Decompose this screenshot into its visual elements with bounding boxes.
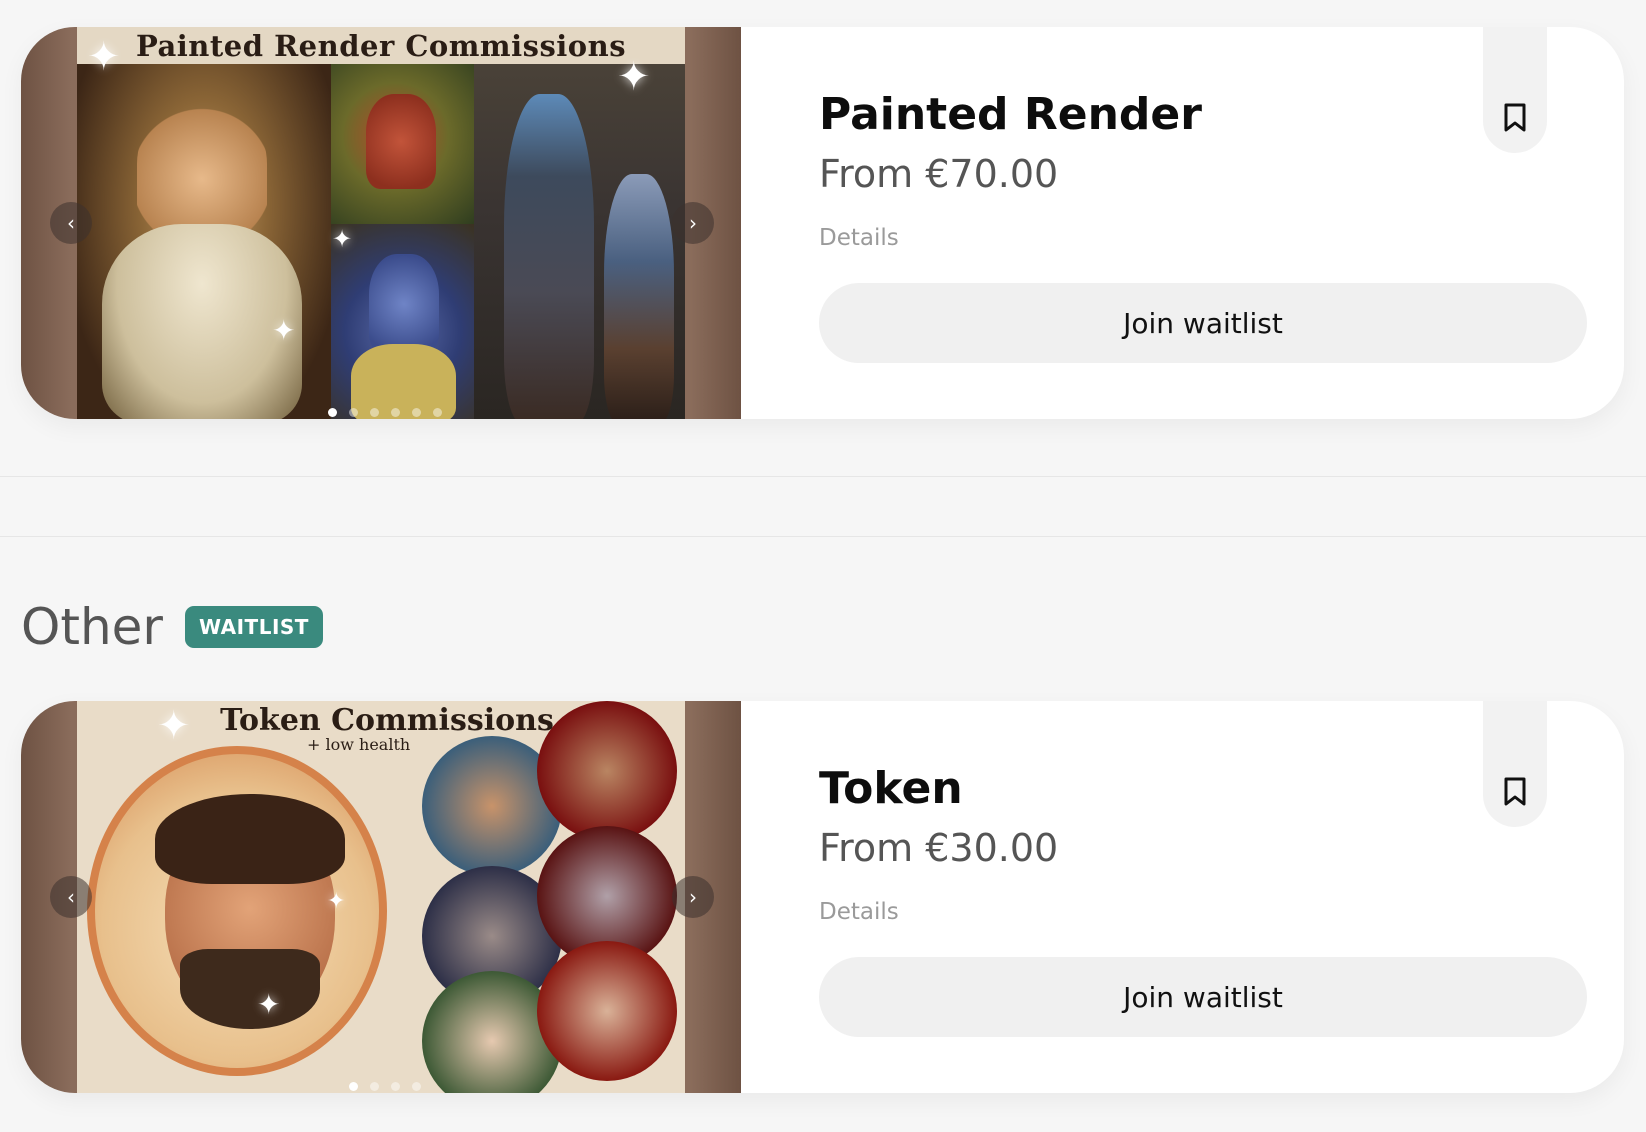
listing-info: Painted Render From €70.00 Details Join …	[741, 27, 1624, 419]
sparkle-icon: ✦	[332, 225, 353, 253]
image-subtitle-text: + low health	[307, 735, 411, 754]
section-divider	[0, 536, 1646, 537]
listing-card-token: Token Commissions + low health ✦ ✦ ✦ ‹ ›…	[21, 701, 1624, 1093]
bookmark-button[interactable]	[1483, 701, 1547, 827]
sparkle-icon: ✦	[327, 889, 346, 914]
listing-title: Painted Render	[819, 89, 1202, 140]
carousel-next-button[interactable]: ›	[672, 876, 714, 918]
status-badge: WAITLIST	[184, 606, 323, 648]
image-banner-text: Token Commissions	[220, 703, 554, 738]
carousel-dot[interactable]	[412, 408, 421, 417]
carousel-next-button[interactable]: ›	[672, 202, 714, 244]
section-header: Other WAITLIST	[21, 598, 323, 656]
bookmark-button[interactable]	[1483, 27, 1547, 153]
chevron-right-icon: ›	[689, 885, 697, 909]
listing-info: Token From €30.00 Details Join waitlist	[741, 701, 1624, 1093]
carousel-image: Painted Render Commissions ✦ ✦ ✦ ✦	[77, 27, 685, 419]
section-divider	[0, 476, 1646, 477]
bookmark-icon	[1504, 103, 1526, 132]
join-waitlist-button[interactable]: Join waitlist	[819, 957, 1587, 1037]
token-art: Token Commissions + low health	[77, 701, 685, 1093]
carousel-prev-button[interactable]: ‹	[50, 202, 92, 244]
sparkle-icon: ✦	[157, 703, 191, 749]
sparkle-icon: ✦	[617, 54, 651, 100]
carousel-dot[interactable]	[349, 1082, 358, 1091]
carousel-dot[interactable]	[391, 408, 400, 417]
image-carousel: Painted Render Commissions ✦ ✦ ✦ ✦ ‹ ›	[21, 27, 741, 419]
art-panel-duo	[474, 64, 685, 419]
art-panel-woman	[77, 64, 331, 419]
listing-title: Token	[819, 763, 963, 814]
carousel-prev-button[interactable]: ‹	[50, 876, 92, 918]
carousel-dot[interactable]	[370, 1082, 379, 1091]
carousel-dots	[21, 408, 741, 417]
details-link[interactable]: Details	[819, 225, 899, 251]
art-panel-tiefling	[331, 64, 474, 224]
art-panel-elf	[331, 224, 474, 419]
carousel-dot[interactable]	[412, 1082, 421, 1091]
listing-price: From €70.00	[819, 152, 1059, 196]
chevron-left-icon: ‹	[67, 885, 75, 909]
sparkle-icon: ✦	[257, 988, 281, 1021]
details-link[interactable]: Details	[819, 899, 899, 925]
carousel-image: Token Commissions + low health ✦ ✦ ✦	[77, 701, 685, 1093]
listing-card-painted-render: Painted Render Commissions ✦ ✦ ✦ ✦ ‹ › P…	[21, 27, 1624, 419]
carousel-dot[interactable]	[370, 408, 379, 417]
carousel-dot[interactable]	[349, 408, 358, 417]
bookmark-icon	[1504, 777, 1526, 806]
carousel-dot[interactable]	[328, 408, 337, 417]
sparkle-icon: ✦	[87, 34, 121, 80]
carousel-dot[interactable]	[433, 408, 442, 417]
listing-price: From €30.00	[819, 826, 1059, 870]
carousel-dot[interactable]	[391, 1082, 400, 1091]
sparkle-icon: ✦	[272, 314, 296, 347]
image-banner-text: Painted Render Commissions	[77, 27, 685, 64]
section-title: Other	[21, 598, 163, 656]
join-waitlist-button[interactable]: Join waitlist	[819, 283, 1587, 363]
image-carousel: Token Commissions + low health ✦ ✦ ✦ ‹ ›	[21, 701, 741, 1093]
chevron-right-icon: ›	[689, 211, 697, 235]
chevron-left-icon: ‹	[67, 211, 75, 235]
carousel-dots	[21, 1082, 741, 1091]
